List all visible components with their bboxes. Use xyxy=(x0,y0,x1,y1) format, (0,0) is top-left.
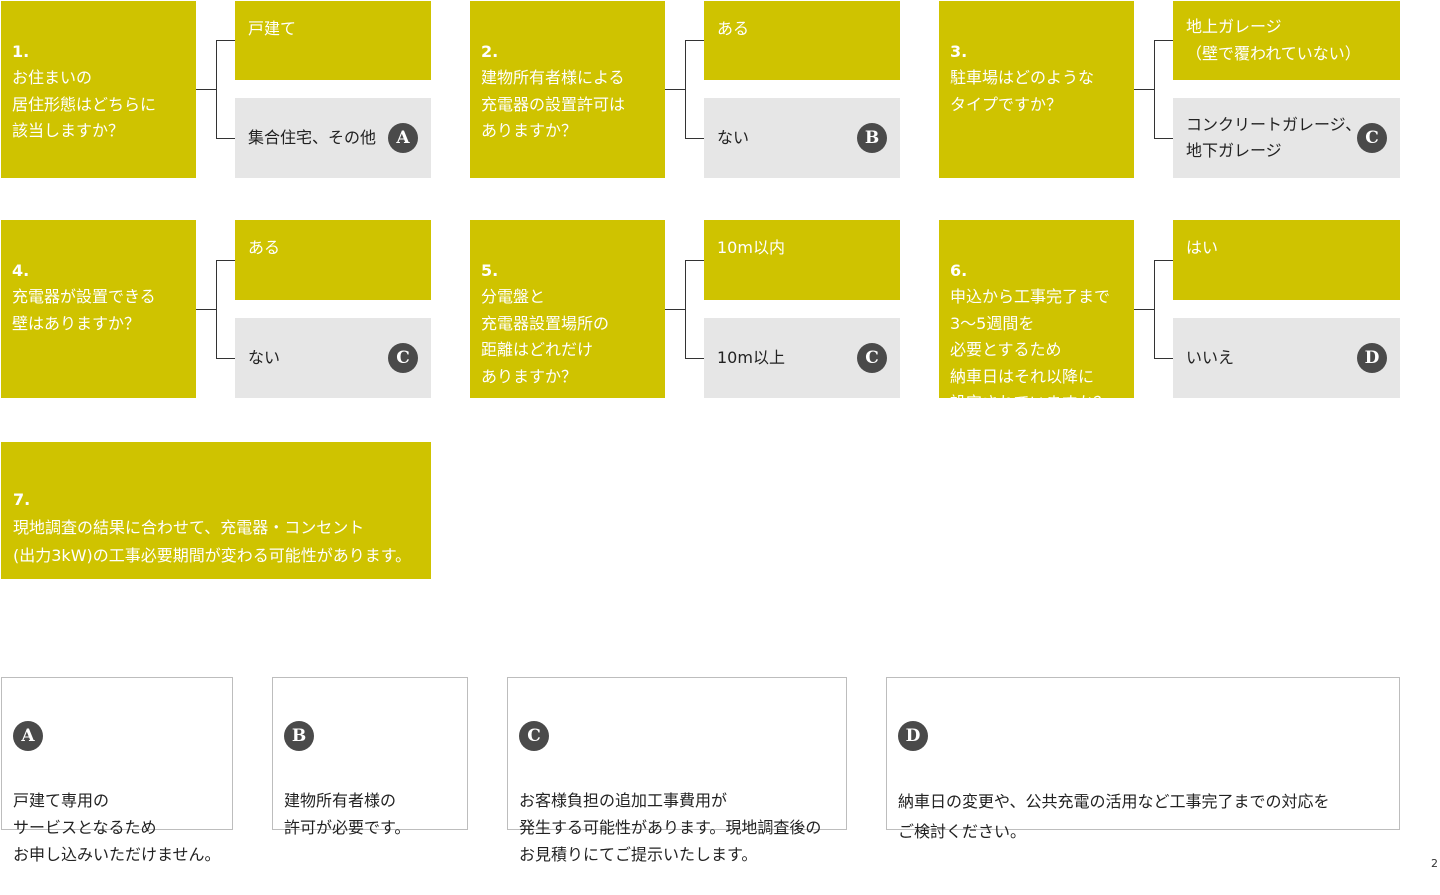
note-text: 戸建て専用の サービスとなるため お申し込みいただけません。 xyxy=(13,791,221,864)
question-number: 4. xyxy=(12,260,30,280)
question-text: お住まいの 居住形態はどちらに 該当しますか？ xyxy=(12,68,157,140)
question-number: 1. xyxy=(12,41,30,61)
connector xyxy=(216,260,235,261)
answer-text: ある xyxy=(717,19,750,38)
note-text: お客様負担の追加工事費用が 発生する可能性があります。現地調査後の お見積りにて… xyxy=(519,791,822,864)
answer-no: ない C xyxy=(235,318,431,398)
question-text: 現地調査の結果に合わせて、充電器・コンセント (出力3kW)の工事必要期間が変わ… xyxy=(13,518,412,565)
connector xyxy=(685,260,704,261)
question-3: 3. 駐車場はどのような タイプですか？ xyxy=(939,1,1134,178)
question-7: 7. 現地調査の結果に合わせて、充電器・コンセント (出力3kW)の工事必要期間が… xyxy=(1,442,431,579)
question-text: 分電盤と 充電器設置場所の 距離はどれだけ ありますか？ xyxy=(481,287,610,386)
note-d: D 納車日の変更や、公共充電の活用など工事完了までの対応を ご検討ください。 xyxy=(886,677,1400,841)
question-text: 駐車場はどのような タイプですか？ xyxy=(950,68,1095,114)
badge-c-icon: C xyxy=(1357,123,1387,153)
answer-yes: 地上ガレージ （壁で覆われていない） xyxy=(1173,1,1400,80)
answer-text: 10m以内 xyxy=(717,238,785,257)
connector xyxy=(665,89,685,90)
connector xyxy=(685,138,704,139)
question-2: 2. 建物所有者様による 充電器の設置許可は ありますか？ xyxy=(470,1,665,178)
answer-text: はい xyxy=(1186,238,1219,257)
question-1: 1. お住まいの 居住形態はどちらに 該当しますか？ xyxy=(1,1,196,178)
answer-no: コンクリートガレージ、 地下ガレージ C xyxy=(1173,98,1400,178)
question-6: 6. 申込から工事完了まで 3～5週間を 必要とするため 納車日はそれ以降に 設定… xyxy=(939,220,1134,412)
question-number: 7. xyxy=(13,490,31,509)
connector xyxy=(216,40,217,138)
connector xyxy=(1154,138,1173,139)
connector xyxy=(685,40,704,41)
question-5: 5. 分電盤と 充電器設置場所の 距離はどれだけ ありますか？ xyxy=(470,220,665,398)
connector xyxy=(665,309,685,310)
answer-text: 地上ガレージ （壁で覆われていない） xyxy=(1186,17,1361,63)
connector xyxy=(216,40,235,41)
answer-yes: ある xyxy=(704,1,900,80)
answer-yes: はい xyxy=(1173,220,1400,300)
connector xyxy=(216,260,217,358)
note-a: A 戸建て専用の サービスとなるため お申し込みいただけません。 xyxy=(1,677,233,864)
question-number: 2. xyxy=(481,41,499,61)
question-number: 5. xyxy=(481,260,499,280)
connector xyxy=(216,358,235,359)
connector xyxy=(216,138,235,139)
answer-text: 戸建て xyxy=(248,19,297,38)
connector xyxy=(1134,309,1154,310)
question-text: 申込から工事完了まで 3～5週間を 必要とするため 納車日はそれ以降に 設定され… xyxy=(950,287,1111,412)
connector xyxy=(1154,260,1155,358)
connector xyxy=(1154,260,1173,261)
badge-b-icon: B xyxy=(284,721,314,751)
badge-d-icon: D xyxy=(898,721,928,751)
question-4: 4. 充電器が設置できる 壁はありますか？ xyxy=(1,220,196,398)
answer-yes: 10m以内 xyxy=(704,220,900,300)
question-text: 充電器が設置できる 壁はありますか？ xyxy=(12,287,156,333)
connector xyxy=(1154,40,1173,41)
answer-no: 10m以上 C xyxy=(704,318,900,398)
note-text: 建物所有者様の 許可が必要です。 xyxy=(284,791,411,837)
answer-yes: 戸建て xyxy=(235,1,431,80)
badge-c-icon: C xyxy=(857,343,887,373)
answer-no: 集合住宅、その他 A xyxy=(235,98,431,178)
connector xyxy=(1134,89,1154,90)
page-number: 2 xyxy=(1431,857,1438,870)
note-text: 納車日の変更や、公共充電の活用など工事完了までの対応を ご検討ください。 xyxy=(898,792,1330,841)
badge-d-icon: D xyxy=(1357,343,1387,373)
connector xyxy=(1154,40,1155,138)
question-number: 3. xyxy=(950,41,968,61)
answer-no: ない B xyxy=(704,98,900,178)
note-c: C お客様負担の追加工事費用が 発生する可能性があります。現地調査後の お見積り… xyxy=(507,677,847,864)
badge-a-icon: A xyxy=(388,123,418,153)
connector xyxy=(685,358,704,359)
badge-b-icon: B xyxy=(857,123,887,153)
connector xyxy=(685,40,686,138)
connector xyxy=(685,260,686,358)
badge-c-icon: C xyxy=(519,721,549,751)
badge-a-icon: A xyxy=(13,721,43,751)
question-number: 6. xyxy=(950,260,968,280)
answer-no: いいえ D xyxy=(1173,318,1400,398)
note-b: B 建物所有者様の 許可が必要です。 xyxy=(272,677,468,837)
answer-text: ある xyxy=(248,238,281,257)
connector xyxy=(1154,358,1173,359)
badge-c-icon: C xyxy=(388,343,418,373)
answer-yes: ある xyxy=(235,220,431,300)
connector xyxy=(196,89,216,90)
question-text: 建物所有者様による 充電器の設置許可は ありますか？ xyxy=(481,68,626,140)
connector xyxy=(196,309,216,310)
